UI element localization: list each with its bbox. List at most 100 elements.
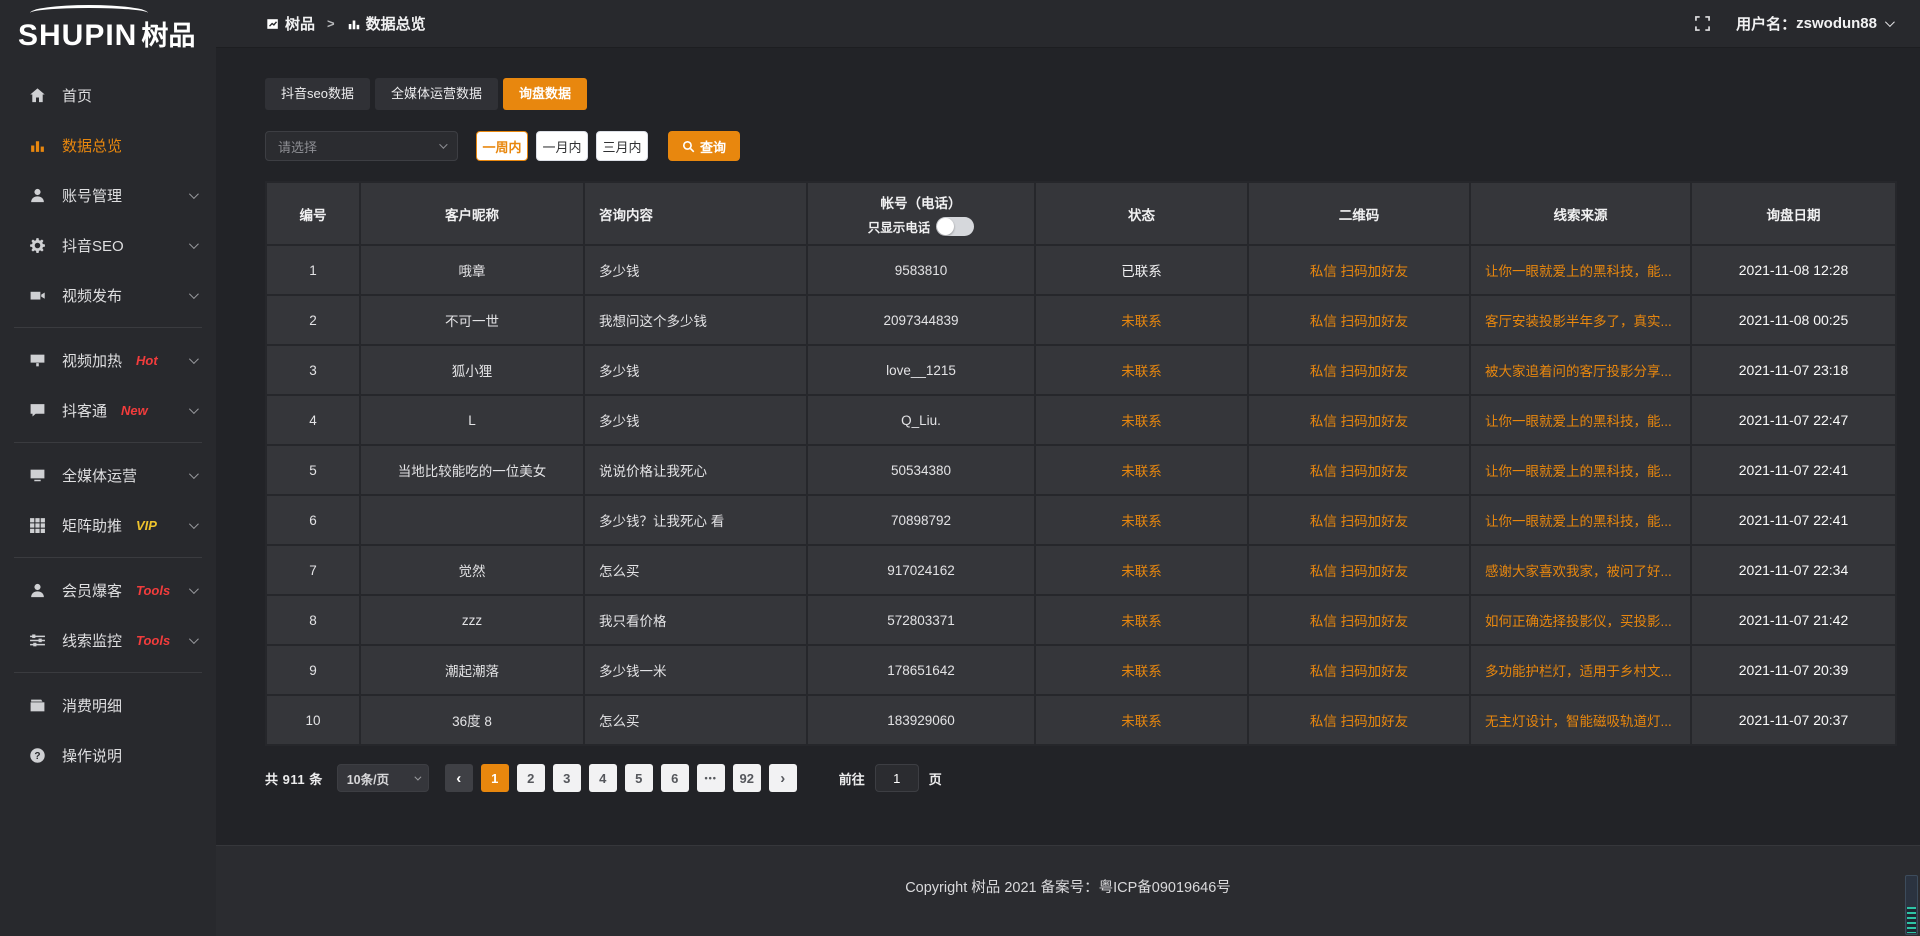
tab-douyin-seo-data[interactable]: 抖音seo数据 [265, 78, 370, 110]
cell-source-link[interactable]: 客厅安装投影半年多了，真实... [1470, 295, 1691, 345]
cell-source-link[interactable]: 让你一眼就爱上的黑科技，能... [1470, 245, 1691, 295]
sidebar-item-video-publish[interactable]: 视频发布 [0, 270, 216, 320]
select-placeholder: 请选择 [278, 137, 317, 156]
cell-qrcode-link[interactable]: 私信 扫码加好友 [1248, 395, 1470, 445]
cell-date: 2021-11-08 00:25 [1691, 295, 1896, 345]
cell-content: 多少钱 [584, 245, 807, 295]
floating-widget[interactable] [1905, 875, 1918, 935]
topbar-right: 用户名： zswodun88 [1695, 13, 1892, 34]
page-button-6[interactable]: 6 [661, 764, 689, 792]
tab-inquiry-data[interactable]: 询盘数据 [503, 78, 587, 110]
page-button-2[interactable]: 2 [517, 764, 545, 792]
sidebar-item-home[interactable]: 首页 [0, 70, 216, 120]
cell-date: 2021-11-07 22:41 [1691, 445, 1896, 495]
cell-source-link[interactable]: 被大家追着问的客厅投影分享... [1470, 345, 1691, 395]
sidebar-item-douyin-seo[interactable]: 抖音SEO [0, 220, 216, 270]
page-button-1[interactable]: 1 [481, 764, 509, 792]
user-icon [28, 186, 47, 205]
cell-source-link[interactable]: 让你一眼就爱上的黑科技，能... [1470, 395, 1691, 445]
hot-badge: Hot [136, 353, 158, 368]
phone-only-label: 只显示电话 [868, 217, 931, 236]
cell-qrcode-link[interactable]: 私信 扫码加好友 [1248, 645, 1470, 695]
more-pages-button[interactable]: ••• [697, 764, 725, 792]
cell-source-link[interactable]: 无主灯设计，智能磁吸轨道灯... [1470, 695, 1691, 745]
sidebar-item-account-management[interactable]: 账号管理 [0, 170, 216, 220]
sidebar-item-lead-monitor[interactable]: 线索监控 Tools [0, 615, 216, 665]
page-button-4[interactable]: 4 [589, 764, 617, 792]
cell-qrcode-link[interactable]: 私信 扫码加好友 [1248, 295, 1470, 345]
sidebar-item-data-overview[interactable]: 数据总览 [0, 120, 216, 170]
cell-qrcode-link[interactable]: 私信 扫码加好友 [1248, 695, 1470, 745]
page-button-92[interactable]: 92 [733, 764, 761, 792]
cell-qrcode-link[interactable]: 私信 扫码加好友 [1248, 545, 1470, 595]
sidebar-item-member-burst[interactable]: 会员爆客 Tools [0, 565, 216, 615]
footer: Copyright 树品 2021 备案号：粤ICP备09019646号 [216, 845, 1920, 936]
next-page-button[interactable]: › [769, 764, 797, 792]
cell-qrcode-link[interactable]: 私信 扫码加好友 [1248, 595, 1470, 645]
cell-qrcode-link[interactable]: 私信 扫码加好友 [1248, 245, 1470, 295]
chevron-down-icon [414, 773, 421, 780]
prev-page-button[interactable]: ‹ [445, 764, 473, 792]
sidebar-item-douketong[interactable]: 抖客通 New [0, 385, 216, 435]
chevron-right-icon: › [780, 771, 785, 786]
fullscreen-icon[interactable] [1695, 16, 1710, 31]
member-icon [28, 581, 47, 600]
cell-content: 多少钱一米 [584, 645, 807, 695]
cell-nickname: 潮起潮落 [360, 645, 584, 695]
breadcrumb-current: 数据总览 [366, 13, 426, 34]
cell-qrcode-link[interactable]: 私信 扫码加好友 [1248, 345, 1470, 395]
cell-account: 70898792 [807, 495, 1035, 545]
goto-label: 前往 [839, 769, 865, 788]
period-month-button[interactable]: 一月内 [536, 131, 588, 161]
period-quarter-button[interactable]: 三月内 [596, 131, 648, 161]
cell-qrcode-link[interactable]: 私信 扫码加好友 [1248, 445, 1470, 495]
cell-account: Q_Liu. [807, 395, 1035, 445]
cell-account: 572803371 [807, 595, 1035, 645]
column-header-nickname: 客户昵称 [360, 182, 584, 245]
column-header-content: 咨询内容 [584, 182, 807, 245]
widget-stripes-icon [1907, 907, 1916, 933]
cell-no: 8 [266, 595, 360, 645]
total-count: 共 911 条 [265, 769, 323, 788]
table-row: 3 狐小狸 多少钱 love__1215 未联系 私信 扫码加好友 被大家追着问… [266, 345, 1896, 395]
cell-status: 未联系 [1035, 395, 1248, 445]
cell-qrcode-link[interactable]: 私信 扫码加好友 [1248, 495, 1470, 545]
search-button[interactable]: 查询 [668, 131, 740, 161]
account-select[interactable]: 请选择 [265, 131, 458, 161]
monitor-icon [28, 466, 47, 485]
page-button-3[interactable]: 3 [553, 764, 581, 792]
cell-no: 3 [266, 345, 360, 395]
sidebar-item-consumption-detail[interactable]: 消费明细 [0, 680, 216, 730]
page-button-5[interactable]: 5 [625, 764, 653, 792]
breadcrumb-root[interactable]: 树品 [285, 13, 315, 34]
chart-bar-icon [347, 17, 361, 31]
cell-source-link[interactable]: 让你一眼就爱上的黑科技，能... [1470, 495, 1691, 545]
user-menu[interactable]: 用户名： zswodun88 [1736, 13, 1892, 34]
grid-icon [28, 516, 47, 535]
period-week-button[interactable]: 一周内 [476, 131, 528, 161]
breadcrumb-separator: > [327, 16, 335, 31]
sidebar-item-omnimedia[interactable]: 全媒体运营 [0, 450, 216, 500]
cell-nickname: zzz [360, 595, 584, 645]
cell-content: 我想问这个多少钱 [584, 295, 807, 345]
cell-source-link[interactable]: 让你一眼就爱上的黑科技，能... [1470, 445, 1691, 495]
goto-page-input[interactable] [875, 764, 919, 792]
column-header-qrcode: 二维码 [1248, 182, 1470, 245]
main-content: 抖音seo数据 全媒体运营数据 询盘数据 请选择 一周内 一月内 三月内 查询 … [216, 48, 1920, 845]
phone-only-toggle[interactable] [936, 217, 974, 236]
sidebar-divider [14, 557, 202, 558]
cell-no: 4 [266, 395, 360, 445]
sidebar-item-operation-guide[interactable]: ? 操作说明 [0, 730, 216, 780]
sidebar-item-matrix-boost[interactable]: 矩阵助推 VIP [0, 500, 216, 550]
cell-source-link[interactable]: 多功能护栏灯，适用于乡村文... [1470, 645, 1691, 695]
filter-bar: 请选择 一周内 一月内 三月内 查询 [265, 131, 1895, 161]
cell-source-link[interactable]: 感谢大家喜欢我家，被问了好... [1470, 545, 1691, 595]
cell-nickname: 狐小狸 [360, 345, 584, 395]
cell-source-link[interactable]: 如何正确选择投影仪，买投影... [1470, 595, 1691, 645]
sidebar-item-video-heat[interactable]: 视频加热 Hot [0, 335, 216, 385]
cell-date: 2021-11-08 12:28 [1691, 245, 1896, 295]
cell-content: 怎么买 [584, 695, 807, 745]
page-size-select[interactable]: 10条/页 [337, 764, 429, 792]
column-header-status: 状态 [1035, 182, 1248, 245]
tab-omnimedia-data[interactable]: 全媒体运营数据 [375, 78, 498, 110]
